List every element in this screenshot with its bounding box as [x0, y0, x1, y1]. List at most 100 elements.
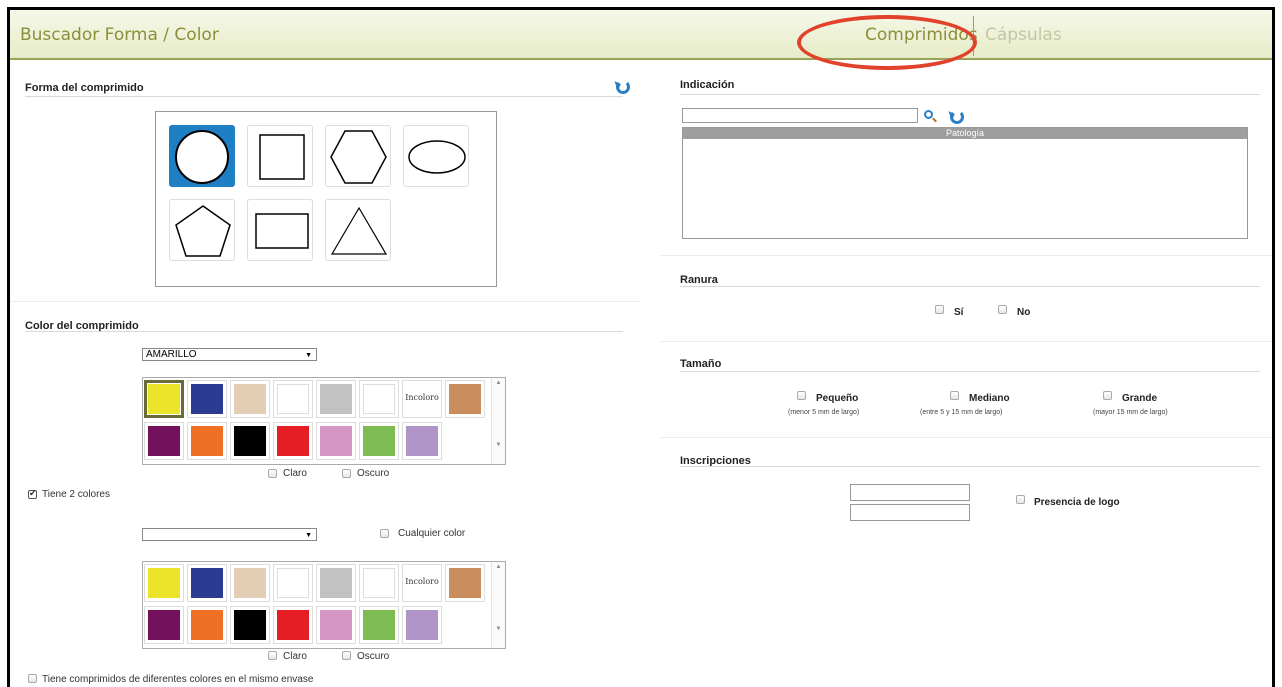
- swatch-beige[interactable]: [230, 380, 270, 418]
- swatch-white[interactable]: [273, 564, 313, 602]
- swatch-green[interactable]: [359, 422, 399, 460]
- swatch-black[interactable]: [230, 422, 270, 460]
- section-divider: [10, 301, 640, 302]
- swatch-fill: [148, 610, 180, 640]
- swatch-yellow[interactable]: [144, 380, 184, 418]
- search-icon[interactable]: [924, 110, 933, 119]
- oscuro-checkbox-1[interactable]: [342, 469, 351, 478]
- forma-title: Forma del comprimido: [25, 82, 144, 94]
- size-pequeno-hint: (menor 5 mm de largo): [788, 409, 860, 416]
- different-colors-checkbox[interactable]: [28, 674, 37, 683]
- swatch-fill: [363, 610, 395, 640]
- different-colors-label: Tiene comprimidos de diferentes colores …: [42, 674, 314, 685]
- swatch-orange[interactable]: [187, 422, 227, 460]
- swatch-red[interactable]: [273, 422, 313, 460]
- palette-scrollbar[interactable]: ▲ ▼: [491, 378, 505, 464]
- swatch-fill: [277, 568, 309, 598]
- hexagon-shape-icon: [330, 130, 387, 184]
- any-color-label: Cualquier color: [398, 528, 466, 539]
- shape-hexagon[interactable]: [325, 125, 391, 187]
- logo-checkbox[interactable]: [1016, 495, 1025, 504]
- rectangle-shape-icon: [255, 213, 309, 249]
- swatch-lilac[interactable]: [402, 606, 442, 644]
- swatch-grey[interactable]: [316, 380, 356, 418]
- swatch-fill: [191, 426, 223, 456]
- swatch-fill: [320, 568, 352, 598]
- swatch-purple[interactable]: [144, 422, 184, 460]
- swatch-incoloro[interactable]: Incoloro: [402, 564, 442, 602]
- swatch-fill: [406, 426, 438, 456]
- color-select-1[interactable]: AMARILLO ▼: [142, 348, 317, 361]
- color-palette-1: Incoloro ▲ ▼: [142, 377, 506, 465]
- size-mediano-hint: (entre 5 y 15 mm de largo): [920, 409, 1003, 416]
- swatch-black[interactable]: [230, 606, 270, 644]
- size-grande-hint: (mayor 15 mm de largo): [1093, 409, 1168, 416]
- scroll-up-icon: ▲: [495, 564, 502, 570]
- size-pequeno-checkbox[interactable]: [797, 391, 806, 400]
- size-mediano-checkbox[interactable]: [950, 391, 959, 400]
- swatch-fill: [320, 426, 352, 456]
- scroll-down-icon: ▼: [495, 442, 502, 448]
- swatch-beige[interactable]: [230, 564, 270, 602]
- swatch-purple[interactable]: [144, 606, 184, 644]
- logo-label: Presencia de logo: [1034, 497, 1120, 508]
- section-divider: [660, 341, 1272, 342]
- patologia-list[interactable]: Patología: [682, 127, 1248, 239]
- shape-square[interactable]: [247, 125, 313, 187]
- page-title: Buscador Forma / Color: [20, 25, 219, 45]
- inscripcion-input-1[interactable]: [850, 484, 970, 501]
- swatch-grey[interactable]: [316, 564, 356, 602]
- shape-circle[interactable]: [169, 125, 235, 187]
- swatch-brown[interactable]: [445, 564, 485, 602]
- refresh-shape-icon[interactable]: [616, 80, 630, 94]
- palette-scrollbar[interactable]: ▲ ▼: [491, 562, 505, 648]
- swatch-white-2[interactable]: [359, 380, 399, 418]
- scroll-up-icon: ▲: [495, 380, 502, 386]
- ranura-rule: [680, 286, 1260, 287]
- dropdown-arrow-icon: ▼: [305, 532, 312, 539]
- swatch-green[interactable]: [359, 606, 399, 644]
- swatch-blue[interactable]: [187, 564, 227, 602]
- swatch-incoloro[interactable]: Incoloro: [402, 380, 442, 418]
- inscripcion-input-2[interactable]: [850, 504, 970, 521]
- swatch-pink[interactable]: [316, 422, 356, 460]
- swatch-fill: [277, 426, 309, 456]
- ranura-si-checkbox[interactable]: [935, 305, 944, 314]
- color-select-1-value: AMARILLO: [146, 349, 197, 360]
- color-select-2[interactable]: ▼: [142, 528, 317, 541]
- swatch-fill: [449, 568, 481, 598]
- swatch-blue[interactable]: [187, 380, 227, 418]
- claro-checkbox-2[interactable]: [268, 651, 277, 660]
- tab-capsulas[interactable]: Cápsulas: [985, 25, 1062, 45]
- swatch-fill: [320, 610, 352, 640]
- ranura-no-checkbox[interactable]: [998, 305, 1007, 314]
- ranura-si-label: Sí: [954, 307, 964, 318]
- swatch-white-2[interactable]: [359, 564, 399, 602]
- shape-pentagon[interactable]: [169, 199, 235, 261]
- claro-checkbox-1[interactable]: [268, 469, 277, 478]
- swatch-brown[interactable]: [445, 380, 485, 418]
- swatch-pink[interactable]: [316, 606, 356, 644]
- shape-rectangle[interactable]: [247, 199, 313, 261]
- indicacion-search-input[interactable]: [682, 108, 918, 123]
- oscuro-label-2: Oscuro: [357, 651, 390, 662]
- swatch-fill: [191, 610, 223, 640]
- refresh-indicacion-icon[interactable]: [950, 110, 964, 124]
- swatch-fill: [148, 568, 180, 598]
- ranura-title: Ranura: [680, 274, 718, 286]
- any-color-checkbox[interactable]: [380, 529, 389, 538]
- swatch-white[interactable]: [273, 380, 313, 418]
- swatch-red[interactable]: [273, 606, 313, 644]
- swatch-orange[interactable]: [187, 606, 227, 644]
- swatch-fill: [191, 568, 223, 598]
- swatch-lilac[interactable]: [402, 422, 442, 460]
- shape-ellipse[interactable]: [403, 125, 469, 187]
- size-grande-checkbox[interactable]: [1103, 391, 1112, 400]
- swatch-yellow[interactable]: [144, 564, 184, 602]
- two-colors-checkbox[interactable]: [28, 488, 37, 499]
- shape-triangle[interactable]: [325, 199, 391, 261]
- swatch-fill: [148, 426, 180, 456]
- section-divider: [660, 437, 1272, 438]
- oscuro-checkbox-2[interactable]: [342, 651, 351, 660]
- pentagon-shape-icon: [175, 205, 231, 257]
